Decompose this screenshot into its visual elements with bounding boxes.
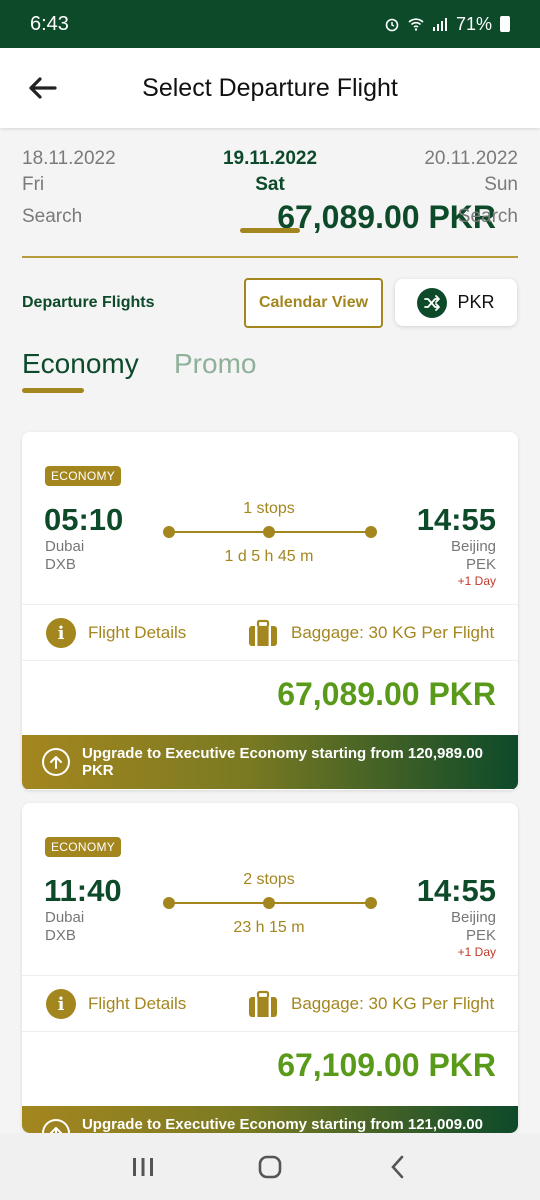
day-offset: +1 Day bbox=[457, 945, 496, 959]
date-next-search[interactable]: Search bbox=[424, 204, 518, 230]
wifi-icon bbox=[408, 18, 424, 31]
stop-dot bbox=[263, 526, 275, 538]
chevron-left-icon bbox=[390, 1155, 403, 1178]
cabin-badge: ECONOMY bbox=[45, 466, 122, 486]
status-time: 6:43 bbox=[30, 12, 69, 35]
date-selector: 18.11.2022 Fri Search 19.11.2022 Sat 67,… bbox=[22, 146, 518, 242]
date-prev-search[interactable]: Search bbox=[22, 204, 116, 230]
info-icon: i bbox=[46, 989, 76, 1019]
departure-flights-label: Departure Flights bbox=[22, 294, 155, 311]
flight-details-label: Flight Details bbox=[88, 623, 187, 642]
flight-card[interactable]: ECONOMY 05:10 Dubai DXB 1 stops 1 d 5 h … bbox=[22, 432, 518, 790]
divider bbox=[22, 660, 518, 661]
selected-date-indicator bbox=[240, 228, 300, 233]
home-icon bbox=[258, 1155, 282, 1178]
baggage-info[interactable]: Baggage: 30 KG Per Flight bbox=[247, 619, 494, 647]
stop-dot bbox=[263, 897, 275, 909]
divider bbox=[22, 256, 518, 258]
recent-apps-button[interactable] bbox=[123, 1147, 163, 1187]
page-title: Select Departure Flight bbox=[142, 73, 398, 102]
stops-count: 2 stops bbox=[243, 871, 295, 888]
status-bar: 6:43 71% bbox=[0, 0, 540, 48]
app-bar: Select Departure Flight bbox=[0, 48, 540, 128]
details-row: i Flight Details Baggage: 30 KG Per Flig… bbox=[22, 606, 518, 660]
home-button[interactable] bbox=[250, 1147, 290, 1187]
departure-time: 05:10 bbox=[44, 502, 124, 537]
flight-card[interactable]: ECONOMY 11:40 Dubai DXB 2 stops 23 h 15 … bbox=[22, 803, 518, 1133]
flight-price[interactable]: 67,109.00 PKR bbox=[277, 1047, 496, 1084]
arrow-up-circle-icon bbox=[42, 748, 70, 776]
status-icons: 71% bbox=[384, 14, 510, 35]
divider bbox=[22, 975, 518, 976]
active-tab-indicator bbox=[22, 388, 84, 393]
tab-economy[interactable]: Economy bbox=[22, 348, 139, 380]
baggage-label: Baggage: 30 KG Per Flight bbox=[291, 994, 495, 1013]
upgrade-banner[interactable]: Upgrade to Executive Economy starting fr… bbox=[22, 1106, 518, 1133]
shuffle-icon bbox=[417, 287, 448, 318]
duration: 1 d 5 h 45 m bbox=[224, 548, 314, 565]
origin-dot bbox=[163, 526, 175, 538]
arrival-city: Beijing bbox=[450, 538, 496, 555]
currency-button[interactable]: PKR bbox=[395, 279, 517, 326]
departure-code: DXB bbox=[45, 556, 76, 573]
calendar-view-button[interactable]: Calendar View bbox=[244, 278, 383, 328]
back-nav-button[interactable] bbox=[377, 1147, 417, 1187]
divider bbox=[22, 1031, 518, 1032]
alarm-icon bbox=[385, 18, 399, 32]
baggage-info[interactable]: Baggage: 30 KG Per Flight bbox=[247, 990, 494, 1018]
date-next-date: 20.11.2022 bbox=[424, 148, 518, 169]
departure-city: Dubai bbox=[45, 538, 85, 555]
duration: 23 h 15 m bbox=[233, 919, 305, 936]
divider bbox=[22, 604, 518, 605]
destination-dot bbox=[365, 897, 377, 909]
arrow-up-circle-icon bbox=[42, 1119, 70, 1133]
battery-level: 71% bbox=[455, 13, 492, 34]
flight-details-link[interactable]: i Flight Details bbox=[46, 989, 186, 1019]
date-selected-day: Sat bbox=[255, 174, 285, 195]
battery-icon bbox=[500, 16, 510, 32]
date-next[interactable]: 20.11.2022 Sun Search bbox=[424, 146, 518, 230]
arrival-city: Beijing bbox=[450, 909, 496, 926]
upgrade-banner[interactable]: Upgrade to Executive Economy starting fr… bbox=[22, 735, 518, 789]
arrival-time: 14:55 bbox=[416, 502, 496, 537]
recents-icon bbox=[133, 1157, 154, 1176]
info-icon: i bbox=[46, 618, 76, 648]
stops-count: 1 stops bbox=[243, 500, 295, 517]
tab-promo[interactable]: Promo bbox=[174, 348, 256, 380]
departure-city: Dubai bbox=[45, 909, 85, 926]
currency-label: PKR bbox=[457, 292, 495, 312]
arrival-time: 14:55 bbox=[416, 873, 496, 908]
luggage-icon bbox=[249, 619, 277, 646]
baggage-label: Baggage: 30 KG Per Flight bbox=[291, 623, 495, 642]
flight-details-label: Flight Details bbox=[88, 994, 187, 1013]
destination-dot bbox=[365, 526, 377, 538]
arrival-code: PEK bbox=[465, 556, 496, 573]
day-offset: +1 Day bbox=[457, 574, 496, 588]
flight-price[interactable]: 67,089.00 PKR bbox=[277, 676, 496, 713]
system-nav-bar bbox=[0, 1133, 540, 1200]
details-row: i Flight Details Baggage: 30 KG Per Flig… bbox=[22, 977, 518, 1031]
arrival-code: PEK bbox=[465, 927, 496, 944]
departure-code: DXB bbox=[45, 927, 76, 944]
luggage-icon bbox=[249, 990, 277, 1017]
flight-details-link[interactable]: i Flight Details bbox=[46, 618, 186, 648]
cabin-badge: ECONOMY bbox=[45, 837, 122, 857]
upgrade-text: Upgrade to Executive Economy starting fr… bbox=[81, 745, 483, 779]
date-next-day: Sun bbox=[484, 174, 518, 195]
date-selected-date: 19.11.2022 bbox=[222, 148, 318, 169]
upgrade-text: Upgrade to Executive Economy starting fr… bbox=[81, 1116, 483, 1133]
departure-time: 11:40 bbox=[44, 873, 122, 908]
signal-icon bbox=[432, 18, 447, 31]
origin-dot bbox=[163, 897, 175, 909]
